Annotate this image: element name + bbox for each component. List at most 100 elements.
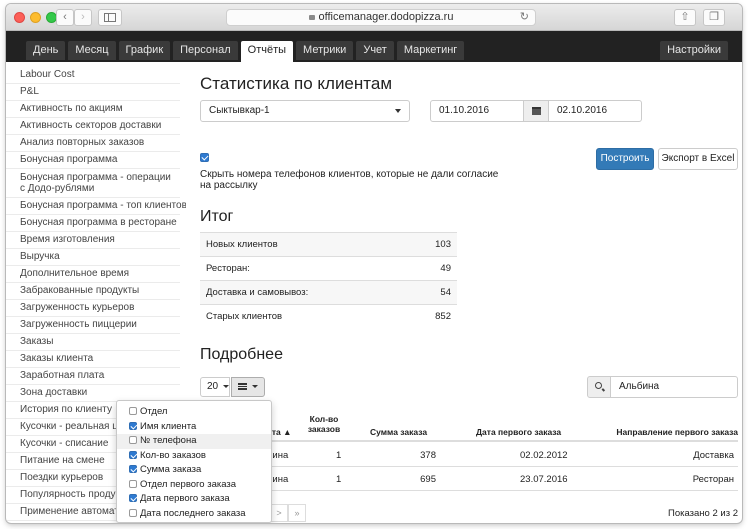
column-option[interactable]: Отдел (117, 405, 271, 420)
back-button[interactable]: ‹ (56, 9, 74, 26)
hide-phones-checkbox[interactable] (200, 153, 209, 163)
sidebar-item[interactable]: Выручка (6, 249, 180, 266)
cell-direction: Ресторан (692, 474, 734, 485)
sort-up-icon: ▲ (283, 427, 292, 437)
settings-button[interactable]: Настройки (660, 41, 728, 60)
hide-phones-label: Скрыть номера телефонов клиентов, которы… (200, 169, 499, 191)
last-page-button[interactable]: » (288, 504, 306, 522)
sidebar-item[interactable]: Бонусная программа - топ клиентов (6, 198, 186, 215)
forward-button[interactable]: › (74, 9, 92, 26)
column-option[interactable]: Дата последнего заказа (117, 507, 271, 522)
address-bar[interactable]: officemanager.dodopizza.ru ↻ (226, 9, 536, 26)
search-input[interactable]: Альбина (610, 376, 738, 398)
column-option-label: Сумма заказа (140, 464, 202, 475)
header-order-sum[interactable]: Сумма заказа (370, 427, 427, 437)
column-option-label: Кол-во заказов (140, 449, 206, 461)
cell-first-date: 23.07.2016 (520, 474, 568, 485)
caret-down-icon (395, 109, 401, 113)
column-option-checkbox[interactable] (129, 421, 137, 430)
show-tabs-button[interactable]: ❐ (703, 9, 725, 26)
column-option-checkbox[interactable] (129, 494, 137, 503)
sidebar-item[interactable]: Загруженность пиццерии (6, 317, 180, 334)
sidebar-item[interactable]: Заработная плата (6, 368, 180, 385)
header-first-order-direction[interactable]: Направление первого заказа (616, 427, 738, 437)
reload-icon[interactable]: ↻ (520, 10, 529, 25)
lock-icon (308, 15, 315, 20)
sidebar-toggle-button[interactable] (98, 9, 122, 26)
sidebar-item[interactable]: Анализ повторных заказов (6, 135, 180, 152)
page-title: Статистика по клиентам (200, 74, 393, 93)
sidebar-item[interactable]: Забракованные продукты (6, 283, 180, 300)
cell-first-date: 02.02.2012 (520, 450, 568, 461)
cell-sum: 378 (420, 450, 436, 461)
share-button[interactable]: ⇧ (674, 9, 696, 26)
sidebar-item[interactable]: Бонусная программа (6, 152, 180, 169)
nav-tabs: День Месяц График Персонал Отчёты Метрики Учет… (26, 41, 467, 62)
summary-label: Старых клиентов (206, 311, 283, 322)
column-option-label: Имя клиента (140, 420, 197, 432)
sidebar-item[interactable]: Бонусная программа - операции с Додо-руб… (6, 169, 180, 198)
sidebar-item[interactable]: P&L (6, 84, 180, 101)
column-option-checkbox[interactable] (129, 508, 137, 517)
column-option[interactable]: Дата первого заказа (117, 492, 271, 507)
sidebar-item[interactable]: Бонусная программа в ресторане (6, 215, 180, 232)
nav-tab[interactable]: Метрики (296, 41, 354, 60)
sidebar-item[interactable]: Дополнительное время (6, 266, 180, 283)
column-option-checkbox[interactable] (129, 407, 137, 416)
export-excel-button[interactable]: Экспорт в Excel (658, 148, 738, 170)
summary-value: 54 (440, 287, 451, 298)
calendar-icon (532, 107, 541, 115)
date-from-input[interactable]: 01.10.2016 (430, 100, 524, 122)
column-option-checkbox[interactable] (129, 479, 137, 488)
calendar-button[interactable] (523, 100, 549, 122)
header-order-count[interactable]: Кол-во заказов (304, 414, 344, 434)
sidebar-icon (104, 13, 116, 22)
column-option-label: Дата последнего заказа (140, 507, 246, 519)
sidebar-item[interactable]: Заказы клиента (6, 351, 180, 368)
column-option[interactable]: Отдел первого заказа (117, 478, 271, 493)
sidebar-item[interactable]: Время изготовления (6, 232, 180, 249)
sidebar-item[interactable]: Заказы (6, 334, 180, 351)
close-window-button[interactable] (14, 12, 25, 23)
nav-tab[interactable]: График (118, 41, 171, 60)
summary-row: Старых клиентов 852 (200, 304, 457, 328)
sidebar-item[interactable]: Загруженность курьеров (6, 300, 180, 317)
page-size-select[interactable]: 20 (200, 377, 230, 397)
next-page-button[interactable]: > (270, 504, 288, 522)
column-option[interactable]: № телефона (117, 434, 271, 449)
sidebar-item[interactable]: Активность секторов доставки (6, 118, 180, 135)
nav-tab[interactable]: Маркетинг (396, 41, 465, 60)
summary-row: Ресторан: 49 (200, 256, 457, 280)
sidebar-item[interactable]: Активность по акциям (6, 101, 180, 118)
summary-row: Доставка и самовывоз: 54 (200, 280, 457, 304)
cell-count: 1 (336, 474, 342, 485)
column-option[interactable]: Имя клиента (117, 420, 271, 435)
header-first-order-date[interactable]: Дата первого заказа (476, 427, 561, 437)
columns-dropdown: Отдел Имя клиента № телефона Кол-во заказов… (116, 400, 272, 523)
column-option-label: Отдел (140, 406, 168, 417)
tabs-icon: ❐ (709, 11, 719, 23)
browser-toolbar: ‹ › officemanager.dodopizza.ru ↻ ⇧ ❐ (6, 4, 742, 31)
nav-tab[interactable]: Учет (356, 41, 394, 60)
table-header: ента ▲ Кол-во заказов Сумма заказа Дата … (200, 414, 738, 442)
column-option[interactable]: Кол-во заказов (117, 449, 271, 464)
sidebar-item[interactable]: Labour Cost (6, 62, 180, 84)
table-row: ьбина 1 695 23.07.2016 Ресторан (200, 467, 738, 491)
nav-tab[interactable]: День (26, 41, 66, 60)
column-option-checkbox[interactable] (129, 450, 137, 459)
nav-tab[interactable]: Месяц (68, 41, 116, 60)
minimize-window-button[interactable] (30, 12, 41, 23)
column-option-checkbox[interactable] (129, 436, 137, 445)
columns-toggle-button[interactable] (231, 377, 265, 397)
column-option-checkbox[interactable] (129, 465, 137, 474)
details-title: Подробнее (200, 346, 283, 363)
unit-select[interactable]: Сыктывкар-1 (200, 100, 410, 122)
nav-tab[interactable]: Отчёты (240, 41, 294, 62)
build-button[interactable]: Построить (596, 148, 654, 170)
date-to-input[interactable]: 02.10.2016 (548, 100, 642, 122)
hide-phones-option: Скрыть номера телефонов клиентов, которы… (200, 149, 500, 191)
column-option-label: Отдел первого заказа (140, 478, 237, 490)
nav-tab[interactable]: Персонал (173, 41, 238, 60)
search-button[interactable] (587, 376, 611, 398)
column-option[interactable]: Сумма заказа (117, 463, 271, 478)
